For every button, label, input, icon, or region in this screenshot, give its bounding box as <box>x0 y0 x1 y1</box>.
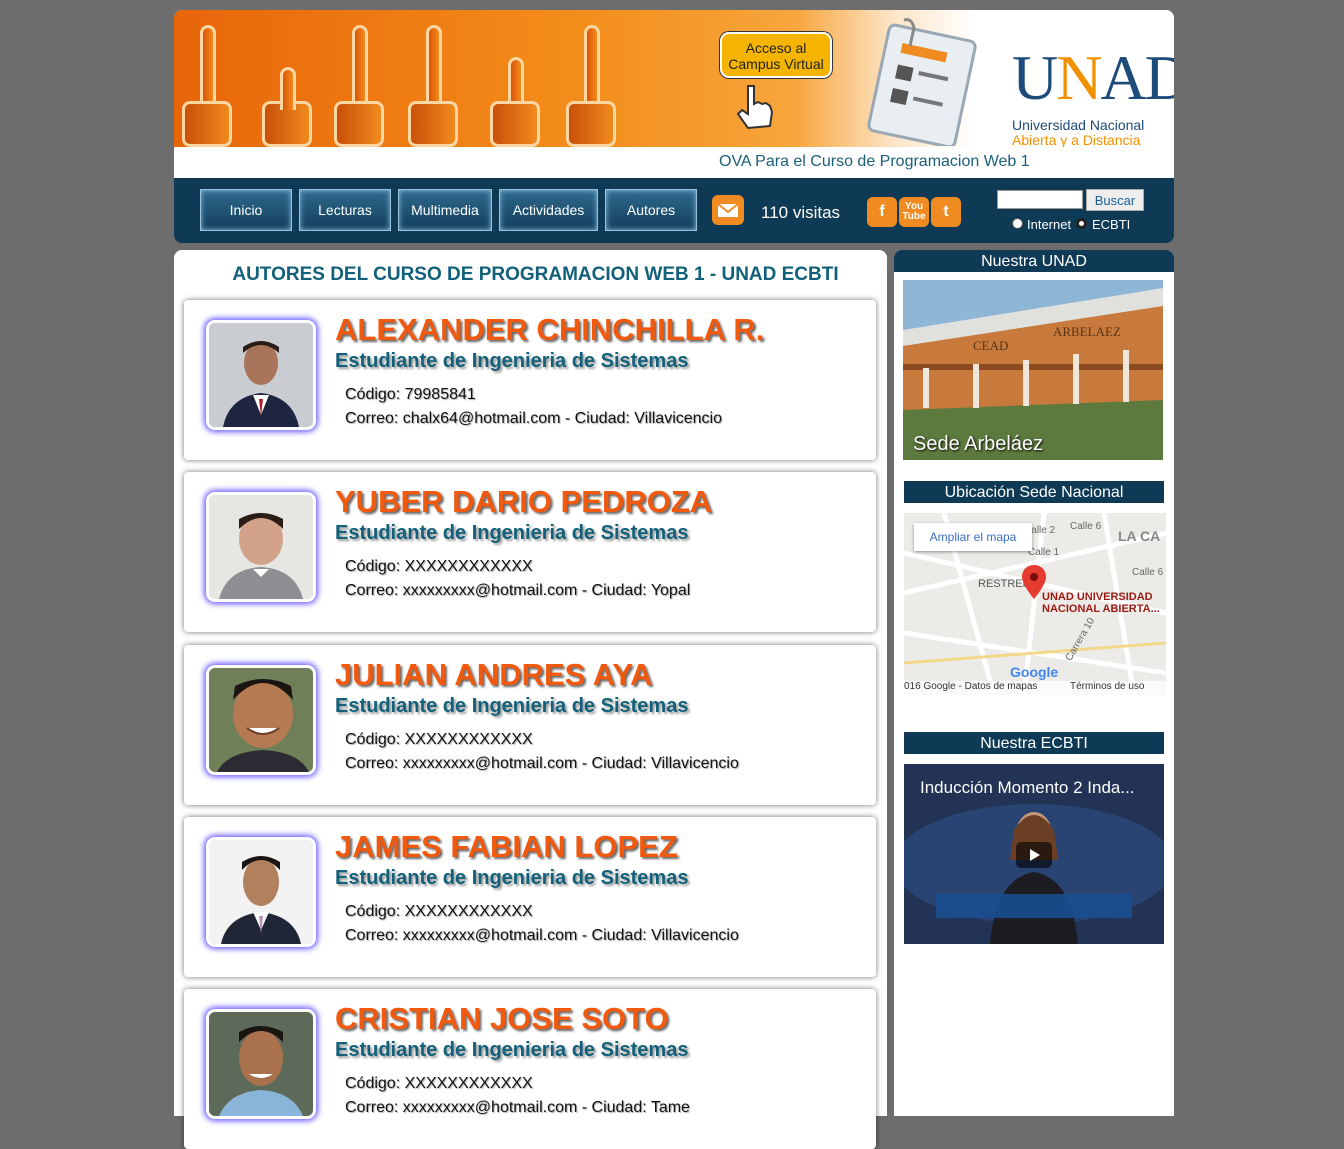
author-name: YUBER DARIO PEDROZA <box>335 484 713 519</box>
nav-actividades[interactable]: Actividades <box>499 189 598 231</box>
author-contact: Correo: chalx64@hotmail.com - Ciudad: Vi… <box>345 410 722 427</box>
nav-bar: Inicio Lecturas Multimedia Actividades A… <box>174 178 1174 243</box>
play-icon[interactable] <box>1016 842 1052 868</box>
sidebar-heading-unad: Nuestra UNAD <box>894 250 1174 272</box>
location-map[interactable]: Calle 6 Calle 2 Calle 1 Calle 6 Carrera … <box>904 513 1166 695</box>
author-photo <box>206 1009 316 1119</box>
author-code: Código: XXXXXXXXXXXX <box>345 731 533 748</box>
finger-graphic <box>182 25 232 147</box>
facebook-icon[interactable]: f <box>867 197 897 227</box>
author-photo <box>206 837 316 947</box>
site-subtitle: OVA Para el Curso de Programacion Web 1 <box>719 153 1030 170</box>
finger-graphic <box>490 57 540 147</box>
mail-icon[interactable] <box>712 195 744 225</box>
author-contact: Correo: xxxxxxxxx@hotmail.com - Ciudad: … <box>345 582 691 599</box>
radio-internet[interactable] <box>1012 218 1023 229</box>
author-name: ALEXANDER CHINCHILLA R. <box>335 312 765 347</box>
university-name-line2: Abierta y a Distancia <box>1012 132 1141 148</box>
building-sign-cead: CEAD <box>973 338 1008 353</box>
author-code: Código: XXXXXXXXXXXX <box>345 1075 533 1092</box>
map-area-label: RESTREP <box>978 578 1030 590</box>
author-contact: Correo: xxxxxxxxx@hotmail.com - Ciudad: … <box>345 927 739 944</box>
radio-ecbti-label: ECBTI <box>1092 217 1131 232</box>
nav-inicio[interactable]: Inicio <box>200 189 292 231</box>
author-card: CRISTIAN JOSE SOTO Estudiante de Ingenie… <box>184 989 876 1149</box>
nav-multimedia[interactable]: Multimedia <box>398 189 492 231</box>
header: Acceso al Campus Virtual UNAD Universidad… <box>174 10 1174 178</box>
building-sign-arbelaez: ARBELAEZ <box>1053 324 1121 339</box>
author-code: Código: XXXXXXXXXXXX <box>345 903 533 920</box>
map-street-label: Calle 1 <box>1028 547 1060 558</box>
page-title: AUTORES DEL CURSO DE PROGRAMACION WEB 1 … <box>232 264 839 285</box>
radio-ecbti[interactable] <box>1076 218 1087 229</box>
author-photo <box>206 665 316 775</box>
pointer-hand-icon <box>736 85 774 130</box>
visit-counter: 110 visitas <box>761 203 841 222</box>
author-card: JULIAN ANDRES AYA Estudiante de Ingenier… <box>184 645 876 805</box>
search-button[interactable]: Buscar <box>1086 189 1144 211</box>
map-attribution: 016 Google - Datos de mapas <box>904 681 1038 692</box>
map-street-label: Calle 6 <box>1132 567 1164 578</box>
subtitle-bar: OVA Para el Curso de Programacion Web 1 <box>174 147 1174 178</box>
youtube-icon[interactable]: You Tube <box>899 197 929 227</box>
map-attribution-bar: 016 Google - Datos de mapas Términos de … <box>904 681 1166 695</box>
unad-logo: UNAD Universidad Nacional Abierta y a Di… <box>1008 36 1174 148</box>
finger-graphic <box>408 25 458 147</box>
radio-internet-label: Internet <box>1027 217 1072 232</box>
map-place-label: UNAD UNIVERSIDAD NACIONAL ABIERTA... <box>1042 591 1160 615</box>
main-content: AUTORES DEL CURSO DE PROGRAMACION WEB 1 … <box>174 250 887 1149</box>
campus-virtual-button[interactable]: Acceso al Campus Virtual <box>720 32 832 78</box>
author-card: YUBER DARIO PEDROZA Estudiante de Ingeni… <box>184 472 876 632</box>
author-name: JAMES FABIAN LOPEZ <box>335 829 678 864</box>
author-contact: Correo: xxxxxxxxx@hotmail.com - Ciudad: … <box>345 755 739 772</box>
author-contact: Correo: xxxxxxxxx@hotmail.com - Ciudad: … <box>345 1099 690 1116</box>
author-code: Código: XXXXXXXXXXXX <box>345 558 533 575</box>
document-icon <box>867 18 977 146</box>
map-street-label: Calle 6 <box>1070 521 1102 532</box>
map-district-label: LA CA <box>1118 528 1160 544</box>
video-title: Inducción Momento 2 Inda... <box>920 778 1135 797</box>
sidebar-heading-location: Ubicación Sede Nacional <box>904 481 1164 503</box>
photo-caption: Sede Arbeláez <box>913 433 1044 455</box>
unad-logo-text: UNAD <box>1012 42 1174 113</box>
author-name: CRISTIAN JOSE SOTO <box>335 1001 669 1036</box>
nav-autores[interactable]: Autores <box>605 189 697 231</box>
twitter-icon[interactable]: t <box>931 197 961 227</box>
map-terms-link[interactable]: Términos de uso <box>1070 681 1144 692</box>
author-role: Estudiante de Ingenieria de Sistemas <box>335 350 689 372</box>
author-code: Código: 79985841 <box>345 386 476 403</box>
header-banner: Acceso al Campus Virtual UNAD Universidad… <box>174 10 1174 147</box>
search-input[interactable] <box>997 190 1083 209</box>
author-role: Estudiante de Ingenieria de Sistemas <box>335 522 689 544</box>
finger-graphic <box>566 25 616 147</box>
author-role: Estudiante de Ingenieria de Sistemas <box>335 695 689 717</box>
sidebar: Nuestra UNAD CEAD ARBELAEZ Sede Arbeláez… <box>894 250 1174 1116</box>
finger-graphic <box>262 67 312 147</box>
video-player[interactable]: Inducción Momento 2 Inda... <box>904 764 1164 944</box>
author-role: Estudiante de Ingenieria de Sistemas <box>335 867 689 889</box>
author-photo <box>206 320 316 430</box>
university-name-line1: Universidad Nacional <box>1012 117 1145 133</box>
author-role: Estudiante de Ingenieria de Sistemas <box>335 1039 689 1061</box>
campus-photo[interactable]: CEAD ARBELAEZ Sede Arbeláez <box>903 280 1163 460</box>
nav-lecturas[interactable]: Lecturas <box>299 189 391 231</box>
map-street-label: Carrera 10 <box>1064 616 1098 663</box>
author-name: JULIAN ANDRES AYA <box>335 657 653 692</box>
finger-graphic <box>334 25 384 147</box>
map-brand: Google <box>1010 664 1058 680</box>
author-card: JAMES FABIAN LOPEZ Estudiante de Ingenie… <box>184 817 876 977</box>
author-photo <box>206 492 316 602</box>
sidebar-heading-ecbti: Nuestra ECBTI <box>904 732 1164 754</box>
map-enlarge-link[interactable]: Ampliar el mapa <box>914 523 1032 551</box>
author-card: ALEXANDER CHINCHILLA R. Estudiante de In… <box>184 300 876 460</box>
